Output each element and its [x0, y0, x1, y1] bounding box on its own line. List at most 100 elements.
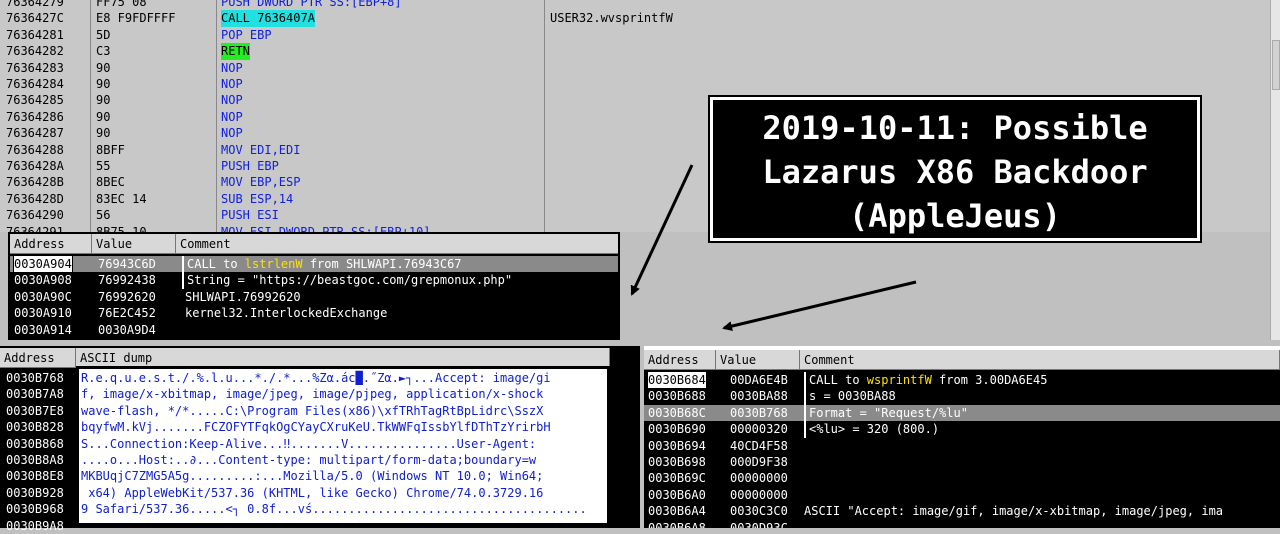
scrollbar-thumb[interactable]	[1272, 40, 1280, 90]
stack-row[interactable]: 0030A90C 76992620 SHLWAPI.76992620	[10, 289, 618, 305]
instruction-text: NOP	[221, 93, 243, 108]
instruction-text: PUSH EBP	[221, 159, 279, 173]
stack-window-top[interactable]: Address Value Comment 0030A904 76943C6D CA…	[8, 232, 620, 340]
stack-window-bottom[interactable]: Address Value Comment 0030B684 00DA6E4B CA…	[644, 346, 1280, 528]
instruction-text: NOP	[221, 60, 243, 75]
instruction-address: 76364281	[6, 27, 64, 42]
stack-address: 0030B6A0	[648, 487, 706, 502]
stack-comment: Format = "Request/%lu"	[804, 404, 968, 422]
dump-address: 0030B868	[6, 436, 64, 451]
instruction-bytes: C3	[96, 44, 111, 59]
column-header-comment[interactable]: Comment	[176, 234, 618, 254]
callout-line-3: (AppleJeus)	[849, 197, 1061, 235]
stack-value: 000D9F38	[730, 455, 788, 469]
disasm-row[interactable]: 76364283 90 NOP	[0, 60, 1270, 76]
column-header-ascii-dump[interactable]: ASCII dump	[76, 348, 610, 368]
stack-row[interactable]: 0030A914 0030A9D4	[10, 322, 618, 338]
dump-address: 0030B7E8	[6, 403, 64, 418]
comment-text: from 3.00DA6E45	[931, 373, 1048, 387]
stack-row[interactable]: 0030B688 0030BA88 s = 0030BA88	[644, 388, 1280, 405]
instruction-text: MOV EDI,EDI	[221, 142, 301, 157]
callout-line-1: 2019-10-11: Possible	[762, 109, 1148, 147]
stack-value: 76943C6D	[98, 257, 156, 271]
instruction-text: MOV ESI,DWORD PTR SS:[EBP+10]	[221, 224, 431, 232]
disasm-row[interactable]: 76364279 FF75 08 PUSH DWORD PTR SS:[EBP+8]	[0, 0, 1270, 10]
comment-text: ASCII "Accept: image/gif, image/x-xbitma…	[804, 504, 1224, 519]
instruction-bytes: 8BFF	[96, 142, 125, 157]
instruction-bytes: 90	[96, 109, 111, 124]
instruction-bytes: 8B75 10	[96, 224, 147, 232]
stack-row[interactable]: 0030B6A0 00000000	[644, 487, 1280, 503]
comment-text: CALL to	[187, 257, 245, 271]
stack-comment: <%lu> = 320 (800.)	[804, 421, 939, 438]
instruction-bytes: 8BEC	[96, 175, 125, 190]
disasm-row[interactable]: 7636427C E8 F9FDFFFF CALL 7636407A USER32.w…	[0, 10, 1270, 27]
stack-row[interactable]: 0030B698 000D9F38	[644, 454, 1280, 470]
disasm-row[interactable]: 76364284 90 NOP	[0, 76, 1270, 92]
ascii-dump-line: f, image/x-xbitmap, image/jpeg, image/pj…	[81, 387, 544, 402]
stack-row[interactable]: 0030B6A8 0030D93C	[644, 520, 1280, 528]
stack-row[interactable]: 0030B68C 0030B768 Format = "Request/%lu"	[644, 404, 1280, 422]
column-header-address[interactable]: Address	[644, 350, 716, 370]
disassembly-scrollbar[interactable]	[1270, 0, 1280, 340]
stack-comment: CALL to lstrlenW from SHLWAPI.76943C67	[182, 256, 462, 273]
stack-address: 0030A910	[14, 306, 72, 321]
column-header-value[interactable]: Value	[716, 350, 800, 370]
instruction-address: 76364282	[6, 44, 64, 59]
column-header-address[interactable]: Address	[10, 234, 92, 254]
stack-row[interactable]: 0030B690 00000320 <%lu> = 320 (800.)	[644, 421, 1280, 438]
stack-value: 0030B768	[730, 405, 788, 420]
instruction-text: NOP	[221, 77, 243, 91]
ascii-dump-line: bqyfwM.kVj.......FCZOFYTFqkOgCYayCXruKeU…	[81, 420, 551, 435]
disasm-row[interactable]: 76364282 C3 RETN	[0, 43, 1270, 60]
stack-row[interactable]: 0030B6A4 0030C3C0 ASCII "Accept: image/gif…	[644, 503, 1280, 519]
stack-row[interactable]: 0030B694 40CD4F58	[644, 438, 1280, 454]
api-name: wsprintfW	[866, 373, 932, 387]
stack-row[interactable]: 0030B684 00DA6E4B CALL to wsprintfW from 3…	[644, 370, 1280, 390]
instruction-address: 76364291	[6, 224, 64, 232]
stack-row[interactable]: 0030A908 76992438 String = "https://beastg…	[10, 272, 618, 289]
ascii-dump-line: wave-flash, */*.....C:\Program Files(x86…	[81, 403, 544, 418]
comment-text: CALL to	[809, 373, 867, 387]
instruction-address: 7636428D	[6, 191, 64, 206]
dump-address: 0030B968	[6, 502, 64, 517]
dump-window[interactable]: Address ASCII dump 0030B768 0030B7A8 0030B…	[0, 346, 640, 533]
instruction-bytes: 90	[96, 93, 111, 108]
stack-comment: s = 0030BA88	[804, 388, 896, 405]
stack-row[interactable]: 0030A904 76943C6D CALL to lstrlenW from SH…	[10, 254, 618, 274]
stack-address: 0030B698	[648, 455, 706, 469]
instruction-bytes: 5D	[96, 27, 111, 42]
instruction-text: POP EBP	[221, 27, 272, 42]
instruction-text: NOP	[221, 109, 243, 124]
instruction-text: PUSH DWORD PTR SS:[EBP+8]	[221, 0, 402, 9]
instruction-address: 76364288	[6, 142, 64, 157]
stack-row[interactable]: 0030A910 76E2C452 kernel32.InterlockedExch…	[10, 305, 618, 321]
ascii-dump-line: MKBUqjC7ZMG5A5g.........:...Mozilla/5.0 …	[81, 469, 544, 484]
stack-row[interactable]: 0030B69C 00000000	[644, 470, 1280, 486]
stack-comment: kernel32.InterlockedExchange	[182, 305, 387, 321]
stack-address: 0030B69C	[648, 471, 706, 486]
stack-address: 0030B688	[648, 389, 706, 404]
ascii-dump-line: R.e.q.u.e.s.t./.%.l.u...*./.*...%Zα.ác█.…	[81, 371, 551, 385]
column-header-comment[interactable]: Comment	[800, 350, 1280, 370]
stack-address: 0030A904	[13, 254, 73, 274]
annotation-callout: 2019-10-11: Possible Lazarus X86 Backdoo…	[708, 95, 1202, 243]
disasm-row[interactable]: 76364281 5D POP EBP	[0, 27, 1270, 43]
comment-text: s = 0030BA88	[809, 389, 896, 404]
instruction-bytes: 90	[96, 126, 111, 141]
column-header-value[interactable]: Value	[92, 234, 176, 254]
api-name: lstrlenW	[244, 257, 303, 271]
dump-address: 0030B7A8	[6, 387, 64, 402]
stack-value: 40CD4F58	[730, 438, 788, 453]
stack-address: 0030B684	[647, 370, 707, 390]
instruction-text: CALL 7636407A	[221, 10, 315, 27]
stack-value: 00DA6E4B	[730, 373, 788, 387]
instruction-address: 7636427C	[6, 11, 64, 26]
instruction-bytes: E8 F9FDFFFF	[96, 11, 176, 26]
instruction-address: 76364285	[6, 93, 64, 108]
column-header-address[interactable]: Address	[0, 348, 76, 368]
ascii-dump-line: ....o...Host:..∂...Content-type: multipa…	[81, 453, 537, 467]
instruction-bytes: FF75 08	[96, 0, 147, 9]
instruction-text: SUB ESP,14	[221, 191, 294, 206]
instruction-address: 76364286	[6, 109, 64, 124]
